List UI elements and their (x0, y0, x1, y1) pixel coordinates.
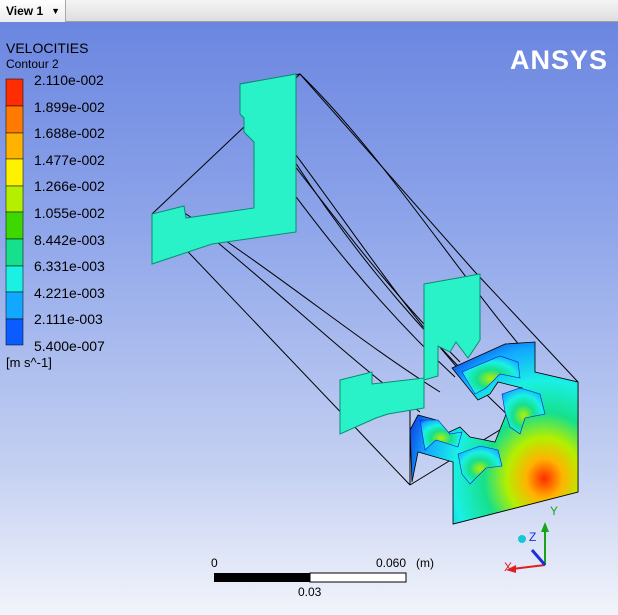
legend-label: 1.477e-002 (34, 152, 105, 168)
legend-color-bar (5, 78, 24, 346)
legend-subtitle: Contour 2 (6, 57, 59, 71)
ansys-logo: ANSYS (510, 45, 609, 75)
legend-label: 1.899e-002 (34, 99, 105, 115)
mid-section-lower (339, 371, 425, 435)
legend-label: 1.688e-002 (34, 125, 105, 141)
axis-z-label: Z (529, 530, 537, 544)
legend-swatch (5, 318, 24, 346)
legend-swatch (5, 185, 24, 213)
legend-label: 4.221e-003 (34, 285, 105, 301)
legend-title: VELOCITIES (6, 40, 89, 56)
graphics-viewport[interactable]: VELOCITIES Contour 2 2.110e-002 1.899e-0… (0, 22, 618, 615)
legend-swatch (5, 132, 24, 160)
axis-y-label: Y (550, 504, 559, 518)
view-tab-label: View 1 (6, 4, 44, 18)
scale-unit-label: (m) (416, 556, 434, 570)
legend-swatch (5, 78, 24, 107)
legend-swatch (5, 238, 24, 267)
axis-x-label: X (504, 560, 513, 574)
tab-bar: View 1 ▼ (0, 0, 618, 22)
scale-bar (214, 572, 407, 583)
legend-swatch (5, 211, 24, 240)
view-tab[interactable]: View 1 ▼ (0, 0, 66, 22)
legend-label: 1.266e-002 (34, 178, 105, 194)
legend-label: 2.110e-002 (34, 72, 104, 88)
legend-label: 8.442e-003 (34, 232, 105, 248)
axis-triad (506, 522, 549, 573)
legend-swatch (5, 105, 24, 134)
legend-swatch (5, 291, 24, 320)
legend-label: 5.400e-007 (34, 338, 105, 354)
legend-label: 6.331e-003 (34, 258, 105, 274)
chevron-down-icon[interactable]: ▼ (51, 6, 60, 16)
legend-swatch (5, 158, 24, 187)
scale-end-label: 0.060 (376, 556, 407, 570)
scale-start-label: 0 (211, 556, 218, 570)
legend-swatch (5, 265, 24, 293)
scale-mid-label: 0.03 (298, 585, 322, 599)
legend-unit: [m s^-1] (6, 355, 52, 370)
legend-label: 2.111e-003 (34, 311, 103, 327)
legend-label: 1.055e-002 (34, 205, 105, 221)
inlet-section (151, 73, 297, 265)
